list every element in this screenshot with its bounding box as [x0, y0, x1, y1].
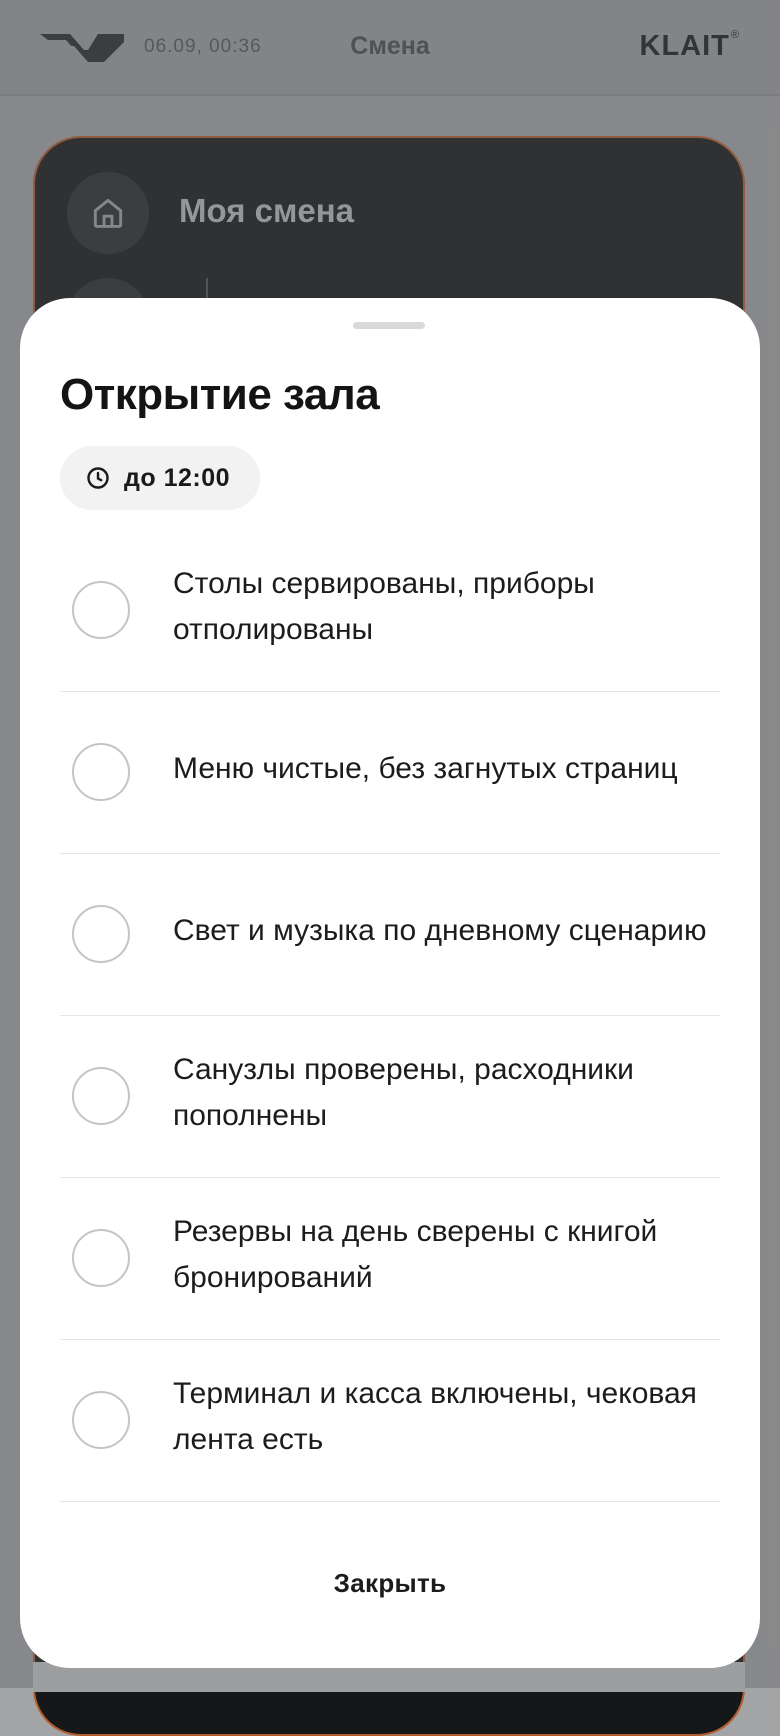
- checkbox[interactable]: [72, 904, 130, 963]
- checklist-item[interactable]: Резервы на день сверены с книгой брониро…: [60, 1178, 720, 1340]
- deadline-text: до 12:00: [124, 463, 231, 492]
- sheet-title: Открытие зала: [60, 370, 380, 419]
- close-button[interactable]: Закрыть: [20, 1548, 760, 1618]
- checkbox[interactable]: [72, 1390, 130, 1449]
- checkbox[interactable]: [72, 742, 130, 801]
- checkbox[interactable]: [72, 1066, 130, 1125]
- checklist-item[interactable]: Меню чистые, без загнутых страниц: [60, 692, 720, 854]
- checkbox[interactable]: [72, 580, 130, 639]
- checklist-item[interactable]: Столы сервированы, приборы отполированы: [60, 530, 720, 692]
- clock-icon: [87, 467, 109, 489]
- checklist-item-label: Терминал и касса включены, чековая лента…: [173, 1376, 697, 1456]
- checklist-item-label: Резервы на день сверены с книгой брониро…: [173, 1214, 658, 1294]
- checklist-sheet: Открытие зала до 12:00 Столы сервированы…: [20, 298, 760, 1668]
- checklist: Столы сервированы, приборы отполированы …: [60, 530, 720, 1502]
- checkbox[interactable]: [72, 1228, 130, 1287]
- deadline-badge: до 12:00: [60, 446, 261, 510]
- checklist-item-label: Санузлы проверены, расходники пополнены: [173, 1052, 634, 1132]
- checklist-item[interactable]: Свет и музыка по дневному сценарию: [60, 854, 720, 1016]
- checklist-item[interactable]: Терминал и касса включены, чековая лента…: [60, 1340, 720, 1502]
- checklist-item-label: Свет и музыка по дневному сценарию: [173, 913, 707, 947]
- checklist-item-label: Меню чистые, без загнутых страниц: [173, 751, 678, 785]
- sheet-grabber[interactable]: [353, 322, 425, 329]
- checklist-item-label: Столы сервированы, приборы отполированы: [173, 566, 595, 646]
- checklist-item[interactable]: Санузлы проверены, расходники пополнены: [60, 1016, 720, 1178]
